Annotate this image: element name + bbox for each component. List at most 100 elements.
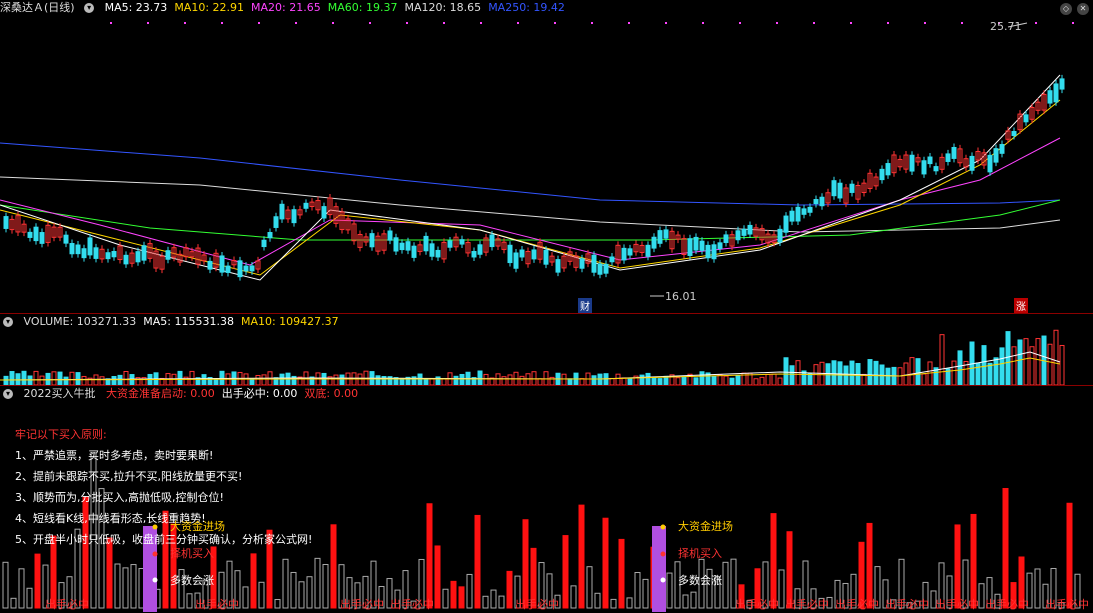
indicator-bar — [426, 503, 433, 609]
indicator-bar — [34, 553, 41, 609]
candle-body — [945, 153, 951, 162]
volume-bar — [597, 373, 603, 386]
limit-up-tag[interactable]: 涨 — [1014, 298, 1028, 313]
candle-body — [801, 208, 807, 215]
candle-body — [303, 202, 309, 209]
indicator-bar — [458, 586, 465, 609]
indicator-bar — [594, 592, 601, 609]
candle-body — [279, 203, 285, 220]
volume-bar — [123, 371, 129, 386]
low-price-label: 16.01 — [665, 290, 697, 303]
candle-body — [621, 247, 627, 261]
rule-3: 3、顺势而为,分批买入,高抛低吸,控制仓位! — [15, 491, 224, 504]
signal-pick-buy-2: 择机买入 — [678, 547, 722, 560]
candle-body — [273, 216, 279, 228]
indicator-bar — [290, 571, 297, 609]
kline-panel[interactable]: 深桑达Ａ(日线) ▾ MA5: 23.73 MA10: 22.91 MA20: 21… — [0, 0, 1093, 313]
finance-tag[interactable]: 财 — [578, 298, 592, 313]
rule-4: 4、短线看K线,中线看形态,长线重趋势! — [15, 512, 206, 525]
volume-bar — [873, 360, 879, 386]
candle-body — [735, 230, 741, 241]
volume-bar — [1017, 339, 1023, 386]
candle-body — [393, 237, 399, 252]
volume-bar — [177, 370, 183, 386]
candle-body — [81, 248, 87, 259]
volume-bar — [189, 370, 195, 386]
volume-bar — [39, 375, 45, 386]
top-marker — [665, 22, 667, 24]
candle-body — [1011, 131, 1017, 137]
volume-bar — [453, 375, 459, 386]
candle-body — [795, 206, 801, 222]
hit-label-6: 出手必中 — [735, 598, 779, 611]
top-marker — [591, 22, 593, 24]
signal-dot-4 — [660, 551, 666, 557]
candle-body — [1053, 83, 1059, 103]
volume-bar — [693, 377, 699, 386]
candle-body — [657, 230, 663, 244]
volume-bar — [723, 375, 729, 386]
volume-bar — [645, 372, 651, 386]
volume-bar — [99, 376, 105, 386]
indicator-bar — [10, 597, 17, 609]
candle-body — [459, 239, 465, 245]
volume-bar — [999, 347, 1005, 386]
indicator-bar — [722, 561, 729, 609]
hit-label-4: 出手必中 — [390, 598, 434, 611]
hit-label-5: 出手必中 — [515, 598, 559, 611]
candle-body — [123, 254, 129, 265]
volume-bar — [759, 376, 765, 386]
volume-bar — [849, 360, 855, 386]
volume-chart[interactable] — [0, 314, 1093, 386]
volume-bar — [915, 358, 921, 386]
candle-body — [531, 249, 537, 260]
indicator-bar — [114, 563, 121, 609]
indicator-bar — [306, 576, 313, 609]
candle-body — [777, 228, 783, 243]
candle-body — [831, 180, 837, 197]
candle-body — [909, 154, 915, 172]
candle-body — [237, 260, 243, 278]
volume-bar — [591, 375, 597, 386]
candle-body — [723, 234, 729, 244]
candle-body — [885, 163, 891, 176]
volume-bar — [501, 376, 507, 386]
indicator-bar — [2, 561, 9, 609]
volume-bar — [903, 362, 909, 386]
top-marker — [332, 22, 334, 24]
indicator-bar — [450, 580, 457, 609]
indicator-bar — [498, 595, 505, 609]
indicator-bar — [586, 566, 593, 609]
candle-body — [807, 206, 813, 213]
volume-bar — [81, 375, 87, 386]
candle-body — [645, 244, 651, 257]
indicator-bar — [466, 573, 473, 609]
candle-body — [705, 244, 711, 259]
candle-body — [39, 232, 45, 244]
candle-body — [783, 215, 789, 233]
volume-bar — [867, 359, 873, 386]
hit-label-9: 出手必中 — [885, 598, 929, 611]
rule-1: 1、严禁追票，买时多考虑，卖时要果断! — [15, 449, 214, 462]
candle-body — [63, 234, 69, 244]
indicator-bar — [298, 581, 305, 609]
ma-line-2 — [0, 199, 1061, 241]
indicator-bar — [626, 597, 633, 609]
candle-body — [513, 252, 519, 269]
kline-chart[interactable] — [0, 0, 1093, 313]
ma-line-4 — [0, 99, 1061, 276]
candle-body — [663, 229, 669, 239]
candle-body — [447, 240, 453, 248]
indicator-bar — [1034, 568, 1041, 609]
top-marker — [258, 22, 260, 24]
volume-bar — [639, 374, 645, 386]
indicator-bar — [314, 557, 321, 609]
indicator-bar — [610, 598, 617, 609]
volume-bar — [909, 357, 915, 386]
top-marker — [702, 22, 704, 24]
candle-body — [261, 239, 267, 248]
volume-bar — [117, 374, 123, 386]
volume-panel[interactable]: ▾ VOLUME: 103271.33 MA5: 115531.38 MA10: 1… — [0, 313, 1093, 386]
candle-body — [489, 234, 495, 248]
top-marker — [850, 22, 852, 24]
